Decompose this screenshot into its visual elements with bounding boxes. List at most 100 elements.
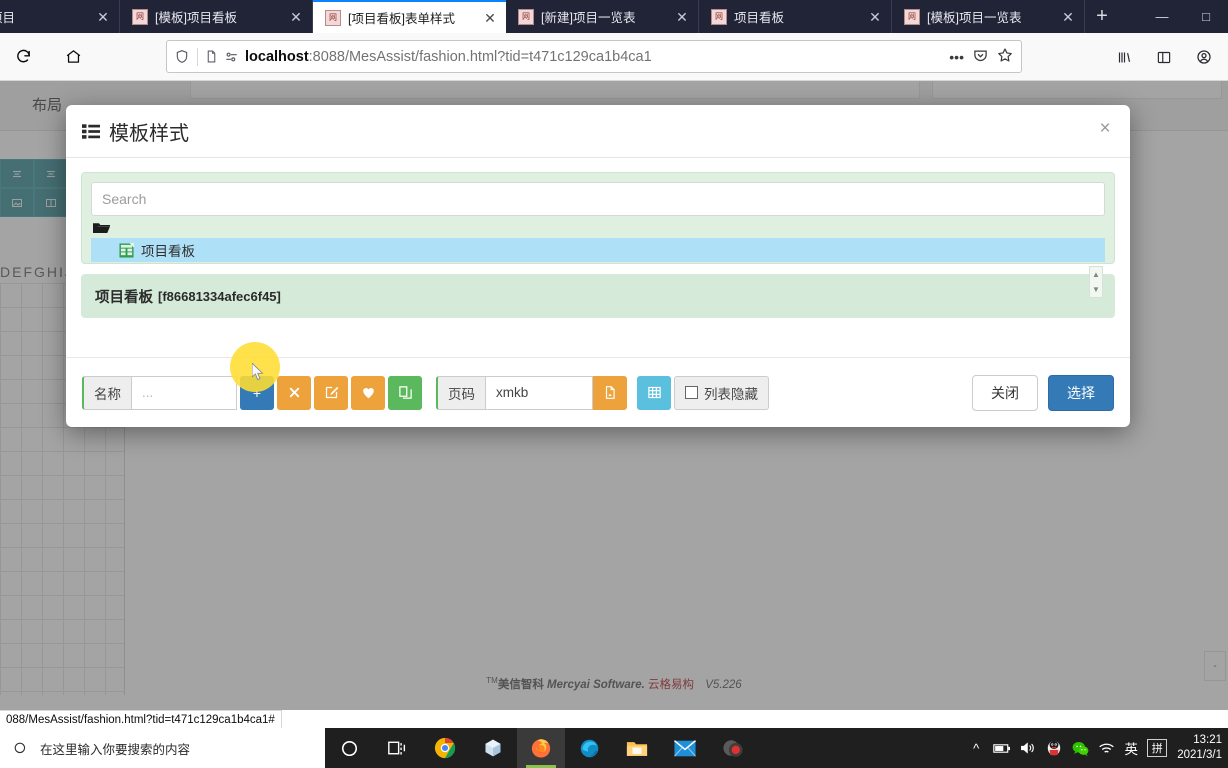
wechat-icon[interactable] — [1067, 728, 1093, 768]
tab-close-icon[interactable]: ✕ — [672, 7, 692, 27]
dialog-body: 项目看板 ▲ ▼ 项目看板 [f86681334afec6f45] — [66, 158, 1130, 318]
tree-scrollbar[interactable]: ▲ ▼ — [1089, 266, 1103, 298]
browser-tab-3[interactable]: 网 [新建]项目一览表 ✕ — [506, 0, 699, 33]
urlbar-trailing-icons: ••• — [949, 47, 1013, 66]
selected-template-id: [f86681334afec6f45] — [158, 288, 281, 304]
urlbar-divider — [197, 47, 198, 66]
more-actions-icon[interactable]: ••• — [949, 49, 964, 65]
browser-tab-0[interactable]: 项目 ✕ — [0, 0, 120, 33]
tab-close-icon[interactable]: ✕ — [865, 7, 885, 27]
delete-button[interactable] — [277, 375, 311, 410]
copy-button[interactable] — [388, 375, 422, 410]
ime-language-indicator[interactable]: 英 — [1119, 728, 1143, 768]
grid-view-button[interactable] — [637, 375, 671, 410]
search-circle-icon — [10, 738, 30, 758]
checkbox-box[interactable] — [685, 386, 698, 399]
tab-close-icon[interactable]: ✕ — [93, 7, 113, 27]
favorite-button[interactable] — [351, 375, 385, 410]
dialog-footer: 名称 + 页码 — [66, 357, 1130, 427]
template-style-dialog: 模板样式 × Search 项目看板 ▲ ▼ 项目看板 [f86681334af… — [66, 105, 1130, 427]
shield-icon[interactable] — [175, 49, 189, 64]
edge-icon[interactable] — [565, 728, 613, 768]
chrome-icon[interactable] — [421, 728, 469, 768]
search-input[interactable] — [91, 182, 1105, 216]
volume-icon[interactable] — [1015, 728, 1041, 768]
dialog-action-buttons: 关闭 选择 — [972, 374, 1114, 411]
task-view-icon[interactable] — [373, 728, 421, 768]
tab-label: [项目看板]表单样式 — [348, 12, 455, 26]
maximize-button[interactable]: □ — [1184, 0, 1228, 33]
browser-tab-2-active[interactable]: 网 [项目看板]表单样式 ✕ — [313, 0, 506, 33]
browser-tab-4[interactable]: 网 项目看板 ✕ — [699, 0, 892, 33]
mail-icon[interactable] — [661, 728, 709, 768]
name-input-group: 名称 + — [82, 375, 422, 410]
browser-window: 项目 ✕ 网 [模板]项目看板 ✕ 网 [项目看板]表单样式 ✕ 网 [新建]项… — [0, 0, 1228, 768]
account-icon[interactable] — [1188, 41, 1220, 73]
taskbar-search-placeholder: 在这里输入你要搜索的内容 — [40, 742, 191, 757]
library-icon[interactable] — [1108, 41, 1140, 73]
home-icon[interactable] — [56, 40, 90, 74]
3d-viewer-icon[interactable] — [469, 728, 517, 768]
sidebar-icon[interactable] — [1148, 41, 1180, 73]
site-favicon-icon: 网 — [711, 8, 727, 25]
new-tab-button[interactable]: + — [1085, 0, 1119, 33]
page-code-input[interactable] — [485, 375, 593, 410]
page-icon — [205, 49, 218, 64]
minimize-button[interactable]: — — [1140, 0, 1184, 33]
tray-chevron-icon[interactable]: ^ — [963, 728, 989, 768]
recorder-icon[interactable] — [709, 728, 757, 768]
template-tree: 项目看板 ▲ ▼ — [91, 221, 1105, 298]
file-export-button[interactable] — [593, 375, 627, 410]
reload-icon[interactable] — [6, 40, 40, 74]
url-text[interactable]: localhost:8088/MesAssist/fashion.html?ti… — [245, 49, 949, 65]
qq-icon[interactable] — [1041, 728, 1067, 768]
template-tree-panel: 项目看板 ▲ ▼ — [81, 172, 1115, 298]
edit-button[interactable] — [314, 375, 348, 410]
ime-mode-indicator[interactable]: 拼 — [1147, 739, 1168, 757]
browser-tab-5[interactable]: 网 [模板]项目一览表 ✕ — [892, 0, 1085, 33]
select-button[interactable]: 选择 — [1048, 374, 1114, 411]
wifi-icon[interactable] — [1093, 728, 1119, 768]
add-button[interactable]: + — [240, 375, 274, 410]
browser-tab-1[interactable]: 网 [模板]项目看板 ✕ — [120, 0, 313, 33]
clock-date: 2021/3/1 — [1177, 749, 1222, 761]
hide-list-label: 列表隐藏 — [704, 386, 758, 402]
tab-label: 项目看板 — [734, 11, 785, 25]
cortana-icon[interactable] — [325, 728, 373, 768]
pocket-icon[interactable] — [973, 48, 988, 66]
address-bar[interactable]: localhost:8088/MesAssist/fashion.html?ti… — [166, 40, 1022, 73]
status-bar-text: 088/MesAssist/fashion.html?tid=t471c129c… — [6, 713, 275, 726]
site-favicon-icon: 网 — [518, 8, 534, 25]
close-icon[interactable]: × — [1094, 117, 1116, 139]
url-host: localhost — [245, 48, 309, 65]
close-button[interactable]: 关闭 — [972, 374, 1038, 411]
permissions-icon[interactable] — [224, 50, 239, 64]
firefox-icon[interactable] — [517, 728, 565, 768]
sheet-icon — [119, 242, 134, 258]
tab-label: 项目 — [0, 11, 16, 25]
file-explorer-icon[interactable] — [613, 728, 661, 768]
tab-close-icon[interactable]: ✕ — [1058, 7, 1078, 27]
selected-template-name: 项目看板 — [95, 289, 153, 306]
tab-label: [模板]项目看板 — [155, 11, 237, 25]
taskbar-search-box[interactable]: 在这里输入你要搜索的内容 — [0, 728, 325, 768]
tab-close-icon[interactable]: ✕ — [480, 8, 500, 28]
tree-item-project-board[interactable]: 项目看板 — [91, 238, 1105, 262]
selected-template-info: 项目看板 [f86681334afec6f45] — [81, 274, 1115, 318]
hide-list-checkbox[interactable]: 列表隐藏 — [674, 375, 769, 410]
battery-icon[interactable] — [989, 728, 1015, 768]
list-icon — [82, 123, 100, 139]
site-favicon-icon: 网 — [325, 9, 341, 26]
scroll-down-icon[interactable]: ▼ — [1092, 285, 1100, 294]
system-tray: ^ 英 拼 13:21 2021/3/1 — [963, 728, 1228, 768]
tree-folder-node[interactable] — [91, 221, 1105, 238]
name-input[interactable] — [131, 375, 237, 410]
scroll-up-icon[interactable]: ▲ — [1092, 270, 1100, 279]
site-favicon-icon: 网 — [132, 8, 148, 25]
bookmark-star-icon[interactable] — [997, 47, 1013, 66]
dialog-title: 模板样式 — [109, 122, 189, 145]
tab-close-icon[interactable]: ✕ — [286, 7, 306, 27]
page-code-label: 页码 — [436, 375, 485, 410]
browser-status-bar: 088/MesAssist/fashion.html?tid=t471c129c… — [0, 710, 282, 728]
taskbar-clock[interactable]: 13:21 2021/3/1 — [1171, 728, 1228, 768]
